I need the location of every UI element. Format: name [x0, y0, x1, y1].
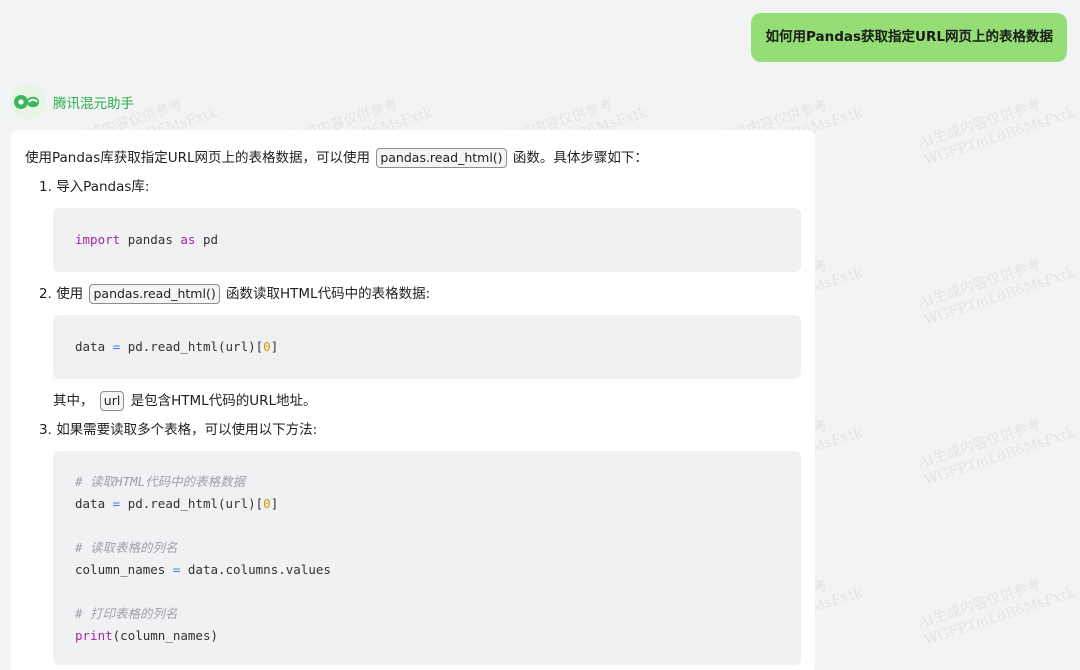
alias-name: pd: [202, 232, 219, 247]
assistant-answer-card: 使用Pandas库获取指定URL网页上的表格数据，可以使用 pandas.rea…: [11, 130, 815, 670]
assistant-name: 腾讯混元助手: [53, 96, 134, 112]
code-line: print(column_names): [75, 625, 779, 647]
code-close: ]: [270, 496, 279, 511]
step-3: 3. 如果需要读取多个表格，可以使用以下方法:: [39, 419, 317, 441]
url-note: 其中， url 是包含HTML代码的URL地址。: [53, 390, 317, 412]
code-args: (column_names): [112, 628, 218, 643]
step-2-text-after: 函数读取HTML代码中的表格数据:: [226, 286, 431, 302]
inline-code-url: url: [99, 391, 125, 411]
user-message-text: 如何用Pandas获取指定URL网页上的表格数据: [765, 29, 1053, 45]
keyword-as: as: [180, 232, 196, 247]
code-index: 0: [263, 339, 271, 354]
code-var: column_names: [75, 562, 166, 577]
watermark-text: AI生成内容仅供参考WGFPTmL8B6MsFxtk: [916, 96, 1078, 169]
watermark-text: AI生成内容仅供参考WGFPTmL8B6MsFxtk: [916, 416, 1078, 489]
code-block-multiple-tables[interactable]: # 读取HTML代码中的表格数据 data = pd.read_html(url…: [53, 451, 801, 665]
step-2-text-before: 使用: [56, 286, 84, 302]
code-index: 0: [263, 496, 271, 511]
step-3-number: 3.: [39, 422, 52, 438]
intro-text-after: 函数。具体步骤如下：: [512, 150, 648, 166]
code-call: pd.read_html(url)[: [127, 496, 264, 511]
code-comment: # 读取HTML代码中的表格数据: [75, 474, 246, 489]
code-var: data: [75, 496, 106, 511]
step-3-text: 如果需要读取多个表格，可以使用以下方法:: [56, 422, 318, 438]
inline-code-read-html: pandas.read_html(): [89, 284, 220, 304]
code-op: =: [112, 496, 121, 511]
module-name: pandas: [127, 232, 173, 247]
code-function: print: [75, 628, 113, 643]
assistant-header: 腾讯混元助手: [10, 84, 134, 120]
code-line: import pandas as pd: [75, 224, 779, 256]
step-1: 1. 导入Pandas库:: [39, 176, 149, 198]
code-op: =: [172, 562, 181, 577]
code-comment: # 读取表格的列名: [75, 540, 178, 555]
step-2: 2. 使用 pandas.read_html() 函数读取HTML代码中的表格数…: [39, 283, 430, 305]
code-block-import[interactable]: import pandas as pd: [53, 208, 801, 272]
step-2-number: 2.: [39, 286, 52, 302]
step-1-number: 1.: [39, 179, 52, 195]
user-message-bubble: 如何用Pandas获取指定URL网页上的表格数据: [751, 13, 1067, 62]
answer-intro: 使用Pandas库获取指定URL网页上的表格数据，可以使用 pandas.rea…: [25, 147, 648, 169]
code-call: pd.read_html(url)[: [127, 339, 264, 354]
code-close: ]: [270, 339, 279, 354]
code-op: =: [112, 339, 121, 354]
code-comment: # 打印表格的列名: [75, 606, 178, 621]
inline-code-read-html: pandas.read_html(): [376, 148, 507, 168]
code-line: data = pd.read_html(url)[0]: [75, 493, 779, 515]
watermark-text: AI生成内容仅供参考WGFPTmL8B6MsFxtk: [916, 576, 1078, 649]
hunyuan-logo-icon: [10, 84, 46, 120]
code-var: data: [75, 339, 106, 354]
code-block-read-html[interactable]: data = pd.read_html(url)[0]: [53, 315, 801, 379]
code-line: column_names = data.columns.values: [75, 559, 779, 581]
code-line: data = pd.read_html(url)[0]: [75, 331, 779, 363]
intro-text-before: 使用Pandas库获取指定URL网页上的表格数据，可以使用: [25, 150, 371, 166]
url-note-after: 是包含HTML代码的URL地址。: [130, 393, 317, 409]
url-note-before: 其中，: [53, 393, 94, 409]
keyword-import: import: [75, 232, 121, 247]
watermark-text: AI生成内容仅供参考WGFPTmL8B6MsFxtk: [916, 256, 1078, 329]
code-expr: data.columns.values: [187, 562, 331, 577]
step-1-text: 导入Pandas库:: [56, 179, 150, 195]
